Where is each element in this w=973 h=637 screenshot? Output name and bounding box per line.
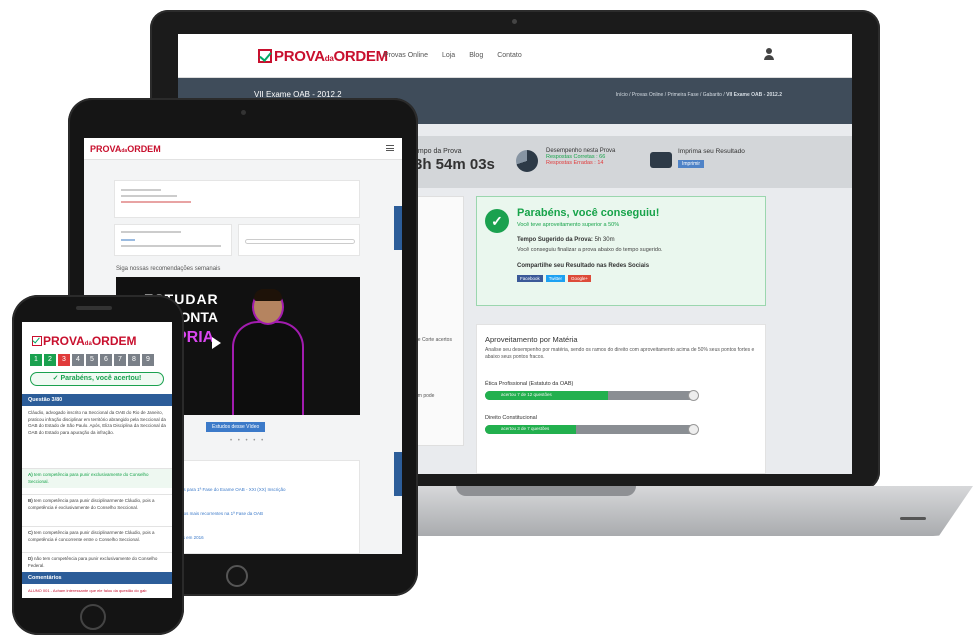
subject-progress-bar: acertou 7 de 12 questões (485, 390, 699, 401)
answer-option-a[interactable]: A) tem competência para punir exclusivam… (22, 468, 172, 489)
tempo-sugerido: Tempo Sugerido da Prova: 5h 30m (517, 237, 615, 243)
user-icon[interactable] (764, 48, 774, 60)
nav-contato[interactable]: Contato (497, 52, 522, 59)
question-number[interactable]: 1 (30, 354, 42, 366)
tablet-home-button (226, 565, 248, 587)
question-number[interactable]: 4 (72, 354, 84, 366)
tempo-value: 3h 54m 03s (414, 156, 495, 173)
question-number[interactable]: 2 (44, 354, 56, 366)
phone-speaker (76, 306, 112, 310)
side-tab[interactable] (394, 206, 402, 250)
tempo-sugerido-sub: Você conseguiu finalizar a prova abaixo … (517, 247, 663, 253)
phone-home-button (80, 604, 106, 630)
toggle-knob-icon[interactable] (688, 424, 699, 435)
breadcrumb: Início / Provas Online / Primeira Fase /… (615, 92, 782, 98)
subject-performance-panel: Aproveitamento por Matéria Analise seu d… (476, 324, 766, 474)
question-number[interactable]: 7 (114, 354, 126, 366)
subject-progress-bar: acertou 3 de 7 questões (485, 424, 699, 435)
toggle-knob-icon[interactable] (688, 390, 699, 401)
subject-name: Ética Profissional (Estatuto da OAB) (485, 381, 574, 387)
question-number[interactable]: 5 (86, 354, 98, 366)
play-icon[interactable] (212, 337, 221, 349)
share-buttons: Facebook Twitter Google+ (517, 275, 592, 282)
success-panel: ✓ Parabéns, você conseguiu! Você teve ap… (476, 196, 766, 306)
phone-screen: PROVAdaORDEM 1 2 3 4 5 6 7 8 9 ✓ Parabén… (22, 322, 172, 598)
laptop-slot (900, 517, 926, 520)
question-text: Cláudio, advogado inscrito na Seccional … (28, 410, 166, 435)
question-number[interactable]: 3 (58, 354, 70, 366)
presenter-image (232, 289, 304, 415)
printer-icon (650, 152, 672, 168)
phone-success-badge: ✓ Parabéns, você acertou! (30, 372, 164, 386)
subject-name: Direito Constitucional (485, 415, 537, 421)
check-icon: ✓ (485, 209, 509, 233)
nav-provas-online[interactable]: Provas Online (384, 52, 428, 59)
question-number[interactable]: 6 (100, 354, 112, 366)
video-studies-button[interactable]: Estudos desse Vídeo (206, 422, 266, 432)
laptop-camera (512, 19, 517, 24)
carousel-dots[interactable]: • • • • • (230, 438, 265, 444)
exam-info-card (114, 180, 360, 218)
share-title: Compartilhe seu Resultado nas Redes Soci… (517, 263, 650, 269)
question-number[interactable]: 9 (142, 354, 154, 366)
tempo-prova: empo da Prova 3h 54m 03s (414, 148, 495, 173)
checkbox-logo-icon (32, 336, 42, 346)
side-tab[interactable] (394, 452, 402, 496)
question-header[interactable]: Questão 3/80 (22, 394, 172, 406)
tablet-logo[interactable]: PROVAdaORDEM (90, 144, 161, 154)
pie-chart-icon (516, 150, 538, 172)
comment-item: ALUNO 001 - Acham interessante que ele f… (28, 588, 147, 593)
question-number[interactable]: 8 (128, 354, 140, 366)
results-summary-card (114, 224, 232, 256)
performance-bar-card (238, 224, 360, 256)
success-subtitle: Você teve aproveitamento superior a 50% (517, 222, 620, 228)
recommendations-title: Siga nossas recomendações semanais (116, 266, 221, 272)
top-navbar: PROVAdaORDEM Provas Online Loja Blog Con… (178, 34, 852, 78)
phone-logo[interactable]: PROVAdaORDEM (32, 334, 136, 348)
main-nav: Provas Online Loja Blog Contato (384, 52, 522, 59)
nav-loja[interactable]: Loja (442, 52, 455, 59)
share-facebook-button[interactable]: Facebook (517, 275, 543, 282)
materia-title: Aproveitamento por Matéria (485, 335, 578, 344)
share-google-button[interactable]: Google+ (568, 275, 592, 282)
device-mockup-stage: PROVAdaORDEM Provas Online Loja Blog Con… (0, 0, 973, 637)
materia-description: Analise seu desempenho por matéria, send… (485, 347, 755, 360)
question-number-nav: 1 2 3 4 5 6 7 8 9 (30, 354, 154, 366)
tablet-camera (241, 110, 246, 115)
site-logo[interactable]: PROVAdaORDEM (258, 48, 388, 65)
imprima-label: Imprima seu Resultado (678, 148, 745, 155)
checkbox-logo-icon (258, 49, 272, 63)
respostas-erradas: Respostas Erradas : 14 (546, 160, 604, 166)
answer-option-c[interactable]: C) tem competência para punir disciplina… (22, 526, 172, 546)
imprimir-button[interactable]: Imprimir (678, 160, 705, 168)
laptop-notch (456, 486, 636, 496)
success-title: Parabéns, você conseguiu! (517, 207, 660, 219)
comments-header[interactable]: Comentários (22, 572, 172, 584)
hamburger-menu-icon[interactable] (386, 145, 394, 151)
answer-option-b[interactable]: B) tem competência para punir disciplina… (22, 494, 172, 514)
tablet-navbar: PROVAdaORDEM (84, 138, 402, 160)
answer-option-d[interactable]: D) não tem competência para punir exclus… (22, 552, 172, 572)
nav-blog[interactable]: Blog (469, 52, 483, 59)
share-twitter-button[interactable]: Twitter (545, 275, 566, 282)
